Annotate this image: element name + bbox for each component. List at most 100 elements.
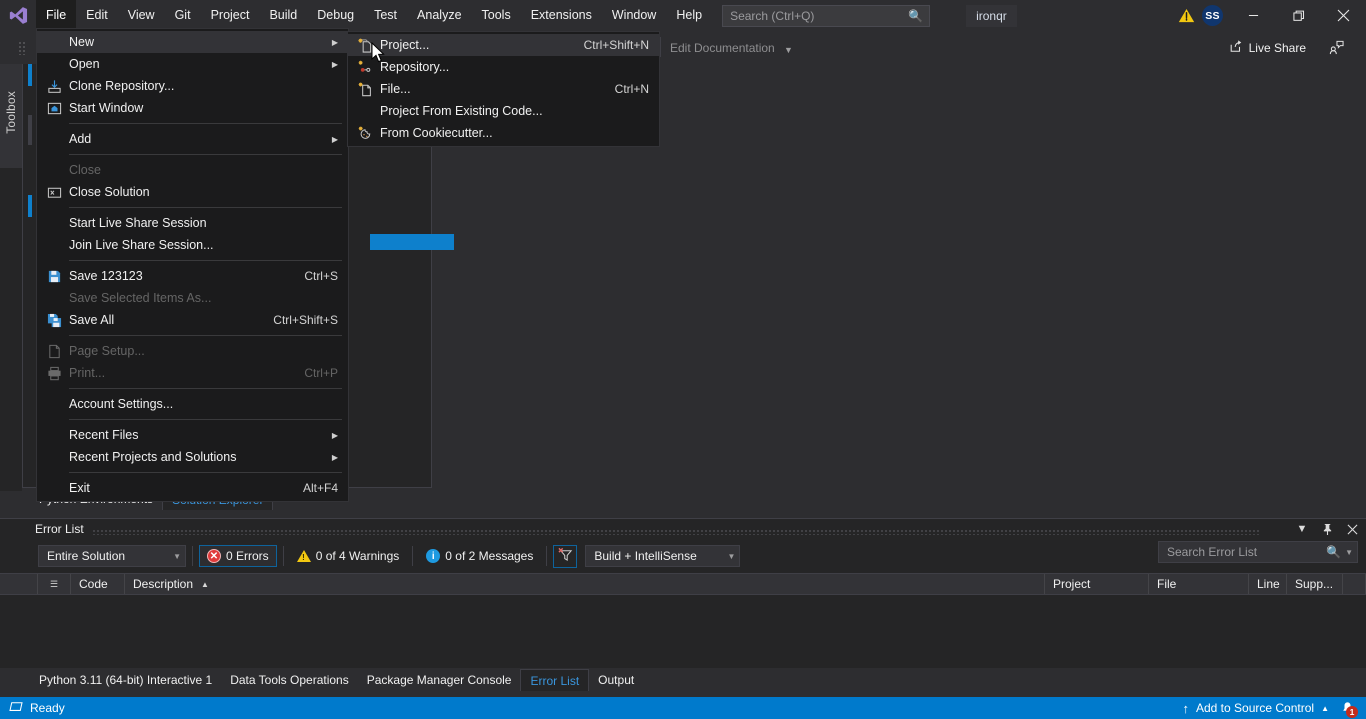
tree-indicator-2 (28, 115, 32, 145)
menu-item-exit[interactable]: Exit Alt+F4 (37, 477, 348, 499)
pin-icon[interactable] (1319, 520, 1335, 538)
ready-icon (9, 701, 23, 716)
column-header-description-label: Description (133, 577, 194, 591)
error-list-rows (0, 595, 1366, 668)
quick-launch-search[interactable]: Search (Ctrl+Q) 🔍 (722, 4, 931, 27)
edit-documentation-label[interactable]: Edit Documentation (670, 39, 775, 57)
error-list-drag-handle[interactable] (92, 529, 1261, 535)
live-share-button[interactable]: Live Share (1229, 38, 1306, 57)
scope-value: Entire Solution (47, 549, 126, 563)
send-feedback-icon[interactable] (1329, 40, 1344, 58)
chevron-up-icon[interactable]: ▲ (1321, 704, 1329, 713)
add-to-source-control-button[interactable]: Add to Source Control (1196, 701, 1314, 715)
menu-project[interactable]: Project (201, 0, 260, 31)
search-icon: 🔍 (908, 8, 924, 23)
menu-test[interactable]: Test (364, 0, 407, 31)
menu-build[interactable]: Build (259, 0, 307, 31)
menu-item-join-live-share-session[interactable]: Join Live Share Session... (37, 234, 348, 256)
column-header-line[interactable]: Line (1249, 574, 1287, 594)
menu-analyze[interactable]: Analyze (407, 0, 471, 31)
toolbar-drag-handle[interactable] (18, 41, 26, 55)
clear-filter-button[interactable] (553, 544, 578, 568)
minimize-icon[interactable] (1231, 0, 1276, 31)
menu-item-start-live-share-session[interactable]: Start Live Share Session (37, 212, 348, 234)
menu-view[interactable]: View (118, 0, 165, 31)
menu-item-open[interactable]: Open ▶ (37, 53, 348, 75)
bottom-tab-data-tools-operations[interactable]: Data Tools Operations (221, 669, 358, 691)
column-header-suppression-icon[interactable]: ☰ (38, 574, 71, 594)
build-filter-combobox[interactable]: Build + IntelliSense ▼ (585, 545, 741, 567)
chevron-down-icon: ▼ (173, 551, 181, 561)
bottom-tab-output[interactable]: Output (589, 669, 644, 691)
menu-item-new-file[interactable]: File... Ctrl+N (348, 78, 659, 100)
menu-item-recent-projects-label: Recent Projects and Solutions (69, 450, 237, 464)
menu-window[interactable]: Window (602, 0, 666, 31)
notification-count-badge: 1 (1346, 706, 1358, 718)
menu-debug[interactable]: Debug (307, 0, 364, 31)
menu-item-close-solution[interactable]: Close Solution (37, 181, 348, 203)
restore-icon[interactable] (1276, 0, 1321, 31)
menu-item-new-project[interactable]: Project... Ctrl+Shift+N (348, 34, 659, 56)
menu-extensions[interactable]: Extensions (521, 0, 602, 31)
errors-label: 0 Errors (226, 549, 269, 563)
chevron-right-icon: ▶ (331, 452, 338, 462)
column-header-blank[interactable] (0, 574, 38, 594)
scope-combobox[interactable]: Entire Solution ▼ (38, 545, 186, 567)
chevron-down-icon[interactable]: ▼ (1294, 520, 1310, 538)
menu-item-project-from-existing-code[interactable]: Project From Existing Code... (348, 100, 659, 122)
menu-item-join-live-share-session-label: Join Live Share Session... (69, 238, 214, 252)
menu-item-clone-repository[interactable]: Clone Repository... (37, 75, 348, 97)
menu-item-recent-files[interactable]: Recent Files ▶ (37, 424, 348, 446)
menu-item-add[interactable]: Add ▶ (37, 128, 348, 150)
avatar[interactable]: SS (1202, 5, 1223, 26)
menu-item-clone-repository-label: Clone Repository... (69, 79, 175, 93)
messages-toggle-button[interactable]: i 0 of 2 Messages (419, 545, 540, 567)
new-repository-icon (356, 56, 374, 78)
menu-edit[interactable]: Edit (76, 0, 118, 31)
close-icon[interactable] (1344, 520, 1360, 538)
notifications-button[interactable]: 1 (1336, 697, 1358, 719)
visual-studio-logo-icon (0, 0, 36, 31)
status-left-group: Ready (0, 701, 65, 716)
bottom-tab-python-interactive[interactable]: Python 3.11 (64-bit) Interactive 1 (30, 669, 222, 691)
bottom-tool-tabs: Python 3.11 (64-bit) Interactive 1 Data … (30, 669, 644, 691)
menu-item-open-label: Open (69, 57, 100, 71)
up-arrow-icon: ↑ (1182, 700, 1190, 716)
column-header-suppression[interactable]: Supp... (1287, 574, 1343, 594)
column-header-project[interactable]: Project (1045, 574, 1149, 594)
menu-item-save-all[interactable]: Save All Ctrl+Shift+S (37, 309, 348, 331)
menu-tools[interactable]: Tools (472, 0, 521, 31)
solution-name-chip: ironqr (966, 4, 1017, 27)
error-list-search[interactable]: Search Error List 🔍 ▼ (1158, 541, 1358, 563)
bottom-tab-package-manager-console[interactable]: Package Manager Console (357, 669, 521, 691)
selected-tree-row[interactable] (370, 234, 454, 250)
menu-item-from-cookiecutter[interactable]: From Cookiecutter... (348, 122, 659, 144)
menu-help[interactable]: Help (666, 0, 712, 31)
menu-item-recent-files-label: Recent Files (69, 428, 139, 442)
error-list-toolbar: Entire Solution ▼ ✕ 0 Errors 0 of 4 Warn… (0, 541, 1366, 571)
menu-git[interactable]: Git (165, 0, 201, 31)
menu-item-save-shortcut: Ctrl+S (304, 269, 338, 283)
toolbox-tab[interactable]: Toolbox (0, 56, 22, 168)
menu-file[interactable]: File (36, 0, 77, 31)
menu-item-new[interactable]: New ▶ (37, 31, 348, 53)
column-header-description[interactable]: Description ▲ (125, 574, 1045, 594)
close-solution-icon (45, 181, 63, 203)
menu-item-new-repository[interactable]: Repository... (348, 56, 659, 78)
menu-item-account-settings[interactable]: Account Settings... (37, 393, 348, 415)
menu-item-start-window[interactable]: Start Window (37, 97, 348, 119)
print-icon (45, 362, 63, 384)
error-icon: ✕ (207, 549, 221, 563)
menu-item-recent-projects-and-solutions[interactable]: Recent Projects and Solutions ▶ (37, 446, 348, 468)
menu-item-save[interactable]: Save 123123 Ctrl+S (37, 265, 348, 287)
chevron-down-icon[interactable]: ▼ (1341, 548, 1353, 557)
column-header-code[interactable]: Code (71, 574, 125, 594)
error-list-title: Error List (35, 522, 84, 536)
column-header-file[interactable]: File (1149, 574, 1249, 594)
warning-triangle-icon[interactable] (1173, 8, 1199, 23)
toolbar-overflow-icon[interactable]: ▼ (784, 45, 793, 55)
errors-toggle-button[interactable]: ✕ 0 Errors (199, 545, 277, 567)
warnings-toggle-button[interactable]: 0 of 4 Warnings (290, 545, 407, 567)
bottom-tab-error-list[interactable]: Error List (520, 669, 590, 691)
close-icon[interactable] (1321, 0, 1366, 31)
